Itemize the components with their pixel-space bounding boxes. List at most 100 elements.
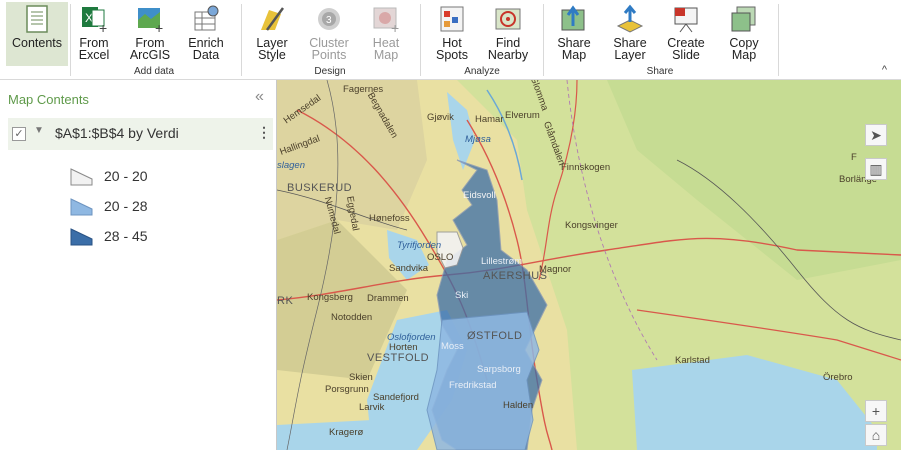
layer-visibility-checkbox[interactable]: ✓ bbox=[12, 127, 26, 141]
map-label-porsgrunn: Porsgrunn bbox=[325, 384, 369, 395]
ribbon-toolbar: Contents X + From Excel + From ArcGIS Enr… bbox=[0, 0, 901, 80]
map-label-halden: Halden bbox=[503, 400, 534, 411]
map-label-finnskogen: Finnskogen bbox=[561, 162, 611, 173]
map-label-tyrifjorden: Tyrifjorden bbox=[397, 240, 442, 251]
create-slide-label: Create Slide bbox=[667, 36, 705, 62]
find-nearby-icon bbox=[495, 8, 521, 30]
enrich-data-button[interactable]: Enrich Data bbox=[184, 2, 228, 66]
layer-options-menu[interactable]: ⋮ bbox=[257, 124, 271, 141]
expand-layer-toggle[interactable]: ▼ bbox=[34, 125, 44, 136]
from-excel-button[interactable]: X + From Excel bbox=[74, 2, 114, 66]
contents-label: Contents bbox=[11, 36, 63, 50]
svg-text:3: 3 bbox=[326, 15, 332, 26]
share-map-label: Share Map bbox=[557, 36, 591, 62]
heat-map-label: Heat Map bbox=[372, 36, 400, 62]
group-label-add-data: Add data bbox=[133, 66, 175, 77]
cluster-points-button[interactable]: 3 Cluster Points bbox=[304, 2, 354, 66]
create-slide-button[interactable]: Create Slide bbox=[664, 2, 708, 66]
map-label-ostfold: ØSTFOLD bbox=[467, 330, 523, 342]
ribbon-separator bbox=[420, 4, 421, 76]
paintbrush-icon bbox=[261, 7, 285, 31]
map-label-fagernes: Fagernes bbox=[343, 84, 384, 95]
from-arcgis-label: From ArcGIS bbox=[129, 36, 171, 62]
map-label-oslo: OSLO bbox=[427, 252, 454, 263]
map-label-rk: RK bbox=[277, 295, 294, 307]
slide-icon bbox=[674, 7, 698, 33]
contents-icon bbox=[26, 5, 48, 33]
svg-text:+: + bbox=[99, 20, 107, 34]
map-label-honefoss: Hønefoss bbox=[369, 213, 410, 224]
map-label-elverum: Elverum bbox=[505, 110, 540, 121]
map-label-sandvika: Sandvika bbox=[389, 263, 429, 274]
enrich-data-label: Enrich Data bbox=[188, 36, 224, 62]
map-label-ski: Ski bbox=[455, 290, 469, 301]
hot-spots-label: Hot Spots bbox=[436, 36, 468, 62]
svg-text:+: + bbox=[155, 20, 163, 34]
map-label-buskerud: BUSKERUD bbox=[287, 182, 353, 194]
legend-swatch bbox=[70, 168, 93, 186]
share-layer-button[interactable]: Share Layer bbox=[610, 2, 650, 66]
heat-map-icon: + bbox=[373, 7, 399, 34]
ribbon-separator bbox=[778, 4, 779, 76]
map-view[interactable]: Fagernes Gjøvik Hamar Elverum Mjøsa Glom… bbox=[277, 80, 901, 450]
layer-style-button[interactable]: Layer Style bbox=[250, 2, 294, 66]
from-arcgis-button[interactable]: + From ArcGIS bbox=[124, 2, 176, 66]
ribbon-separator bbox=[241, 4, 242, 76]
layer-row[interactable]: ✓ ▼ $A$1:$B$4 by Verdi ⋮ bbox=[8, 118, 273, 150]
map-label-f: F bbox=[851, 152, 857, 163]
find-nearby-button[interactable]: Find Nearby bbox=[484, 2, 532, 66]
cluster-icon: 3 bbox=[318, 8, 340, 30]
map-label-kongsvinger: Kongsvinger bbox=[565, 220, 618, 231]
map-label-karlstad: Karlstad bbox=[675, 355, 710, 366]
map-label-akershus: AKERSHUS bbox=[483, 270, 548, 282]
group-label-share: Share bbox=[646, 66, 674, 77]
legend-swatch bbox=[70, 198, 93, 216]
cluster-points-label: Cluster Points bbox=[309, 36, 349, 62]
map-contents-panel: Map Contents « ✓ ▼ $A$1:$B$4 by Verdi ⋮ … bbox=[0, 80, 277, 450]
hot-spots-icon bbox=[440, 6, 464, 32]
panel-title: Map Contents bbox=[8, 92, 89, 107]
map-label-kragero: Kragerø bbox=[329, 427, 364, 438]
basemap bbox=[277, 80, 901, 450]
legend-swatch bbox=[70, 228, 93, 246]
collapse-ribbon-button[interactable]: ^ bbox=[882, 64, 887, 76]
ribbon-separator bbox=[543, 4, 544, 76]
contents-button[interactable]: Contents bbox=[6, 2, 68, 66]
arcgis-map-icon: + bbox=[138, 8, 163, 34]
share-layer-label: Share Layer bbox=[613, 36, 647, 62]
copy-map-label: Copy Map bbox=[729, 36, 759, 62]
legend-label: 20 - 28 bbox=[104, 198, 148, 214]
map-label-hamar: Hamar bbox=[475, 114, 504, 125]
select-tool-button[interactable]: ➤ bbox=[865, 124, 887, 146]
map-label-gjovik: Gjøvik bbox=[427, 112, 454, 123]
basemap-button[interactable]: ▥ bbox=[865, 158, 887, 180]
legend-label: 28 - 45 bbox=[104, 228, 148, 244]
map-label-eidsvoll: Eidsvoll bbox=[463, 190, 496, 201]
map-label-drammen: Drammen bbox=[367, 293, 409, 304]
map-label-kongsberg: Kongsberg bbox=[307, 292, 353, 303]
from-excel-label: From Excel bbox=[78, 36, 110, 62]
group-label-design: Design bbox=[314, 66, 346, 77]
map-label-vestfold: VESTFOLD bbox=[367, 352, 430, 364]
share-map-icon bbox=[561, 5, 585, 31]
collapse-panel-button[interactable]: « bbox=[255, 88, 264, 106]
map-label-lillestrom: Lillestrøm bbox=[481, 256, 523, 267]
share-map-button[interactable]: Share Map bbox=[554, 2, 594, 66]
home-button[interactable]: ⌂ bbox=[865, 424, 887, 446]
hot-spots-button[interactable]: Hot Spots bbox=[430, 2, 474, 66]
map-label-mjosa: Mjøsa bbox=[465, 134, 491, 145]
map-label-larvik: Larvik bbox=[359, 402, 385, 413]
heat-map-button[interactable]: + Heat Map bbox=[364, 2, 408, 66]
map-label-fredrikstad: Fredrikstad bbox=[449, 380, 497, 391]
map-label-skien: Skien bbox=[349, 372, 373, 383]
layer-name: $A$1:$B$4 by Verdi bbox=[55, 125, 179, 141]
map-label-magnor: Magnor bbox=[539, 264, 572, 275]
map-label-moss: Moss bbox=[441, 341, 464, 352]
share-layer-icon bbox=[616, 4, 644, 33]
ribbon-separator bbox=[70, 4, 71, 76]
zoom-in-button[interactable]: + bbox=[865, 400, 887, 422]
copy-map-button[interactable]: Copy Map bbox=[724, 2, 764, 66]
group-label-analyze: Analyze bbox=[464, 66, 500, 77]
map-label-orebro: Örebro bbox=[823, 372, 853, 383]
enrich-data-icon bbox=[194, 5, 219, 31]
